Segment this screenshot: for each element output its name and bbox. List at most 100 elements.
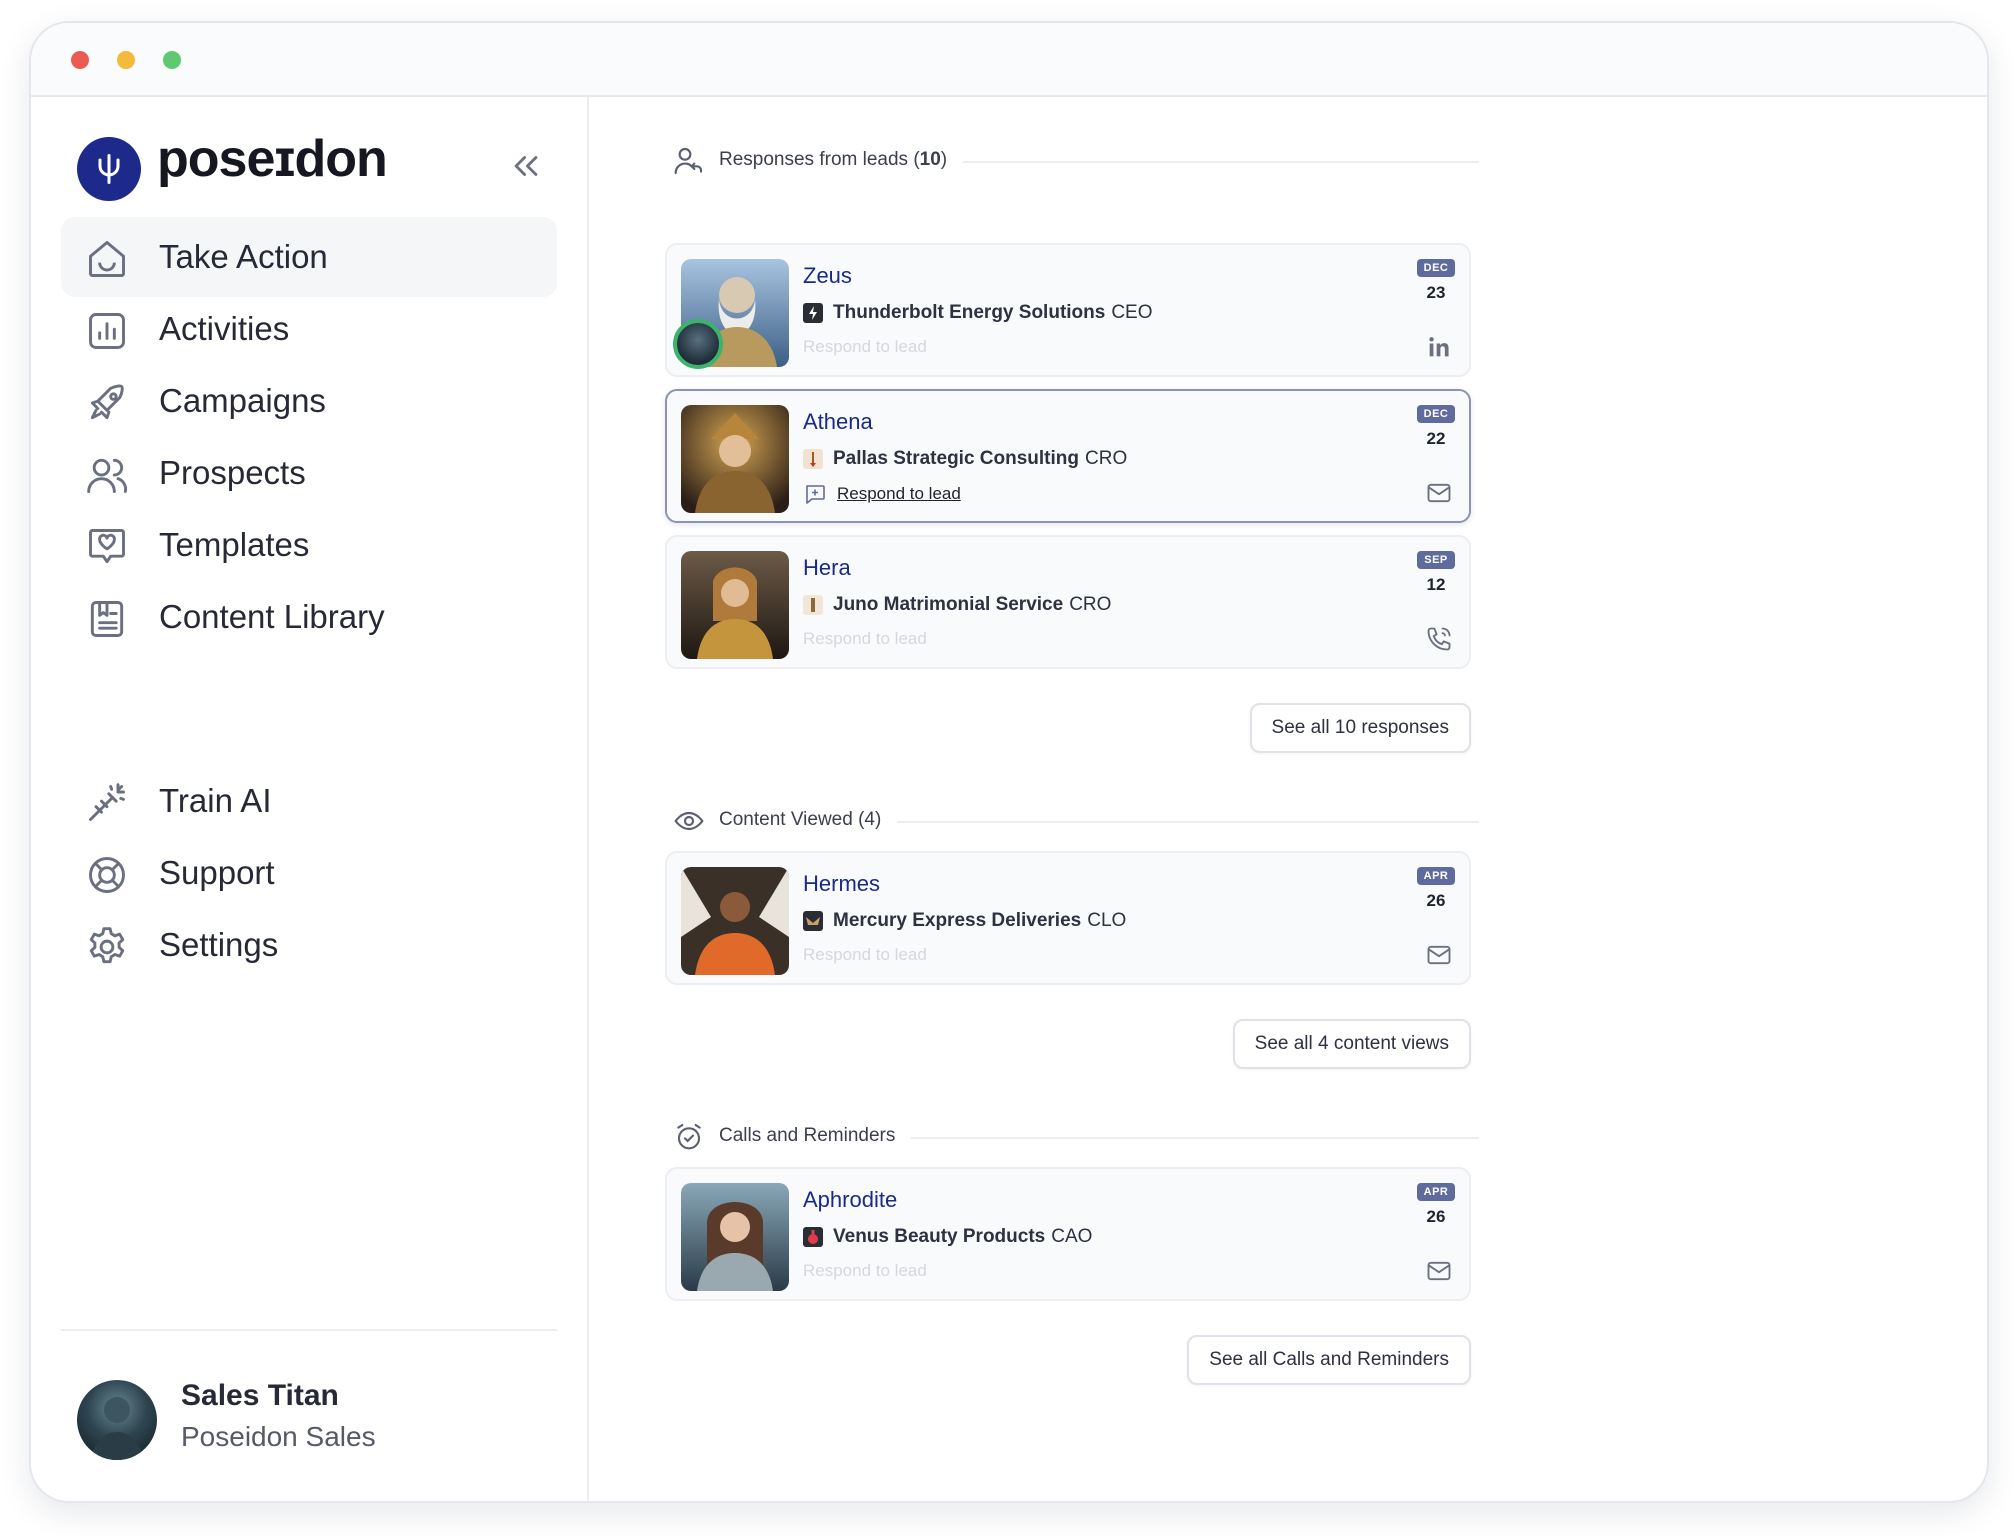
lead-card-hera[interactable]: Hera Juno Matrimonial Service CRO Respon… <box>665 535 1471 669</box>
nav-label: Content Library <box>159 598 385 635</box>
collapse-sidebar-icon[interactable] <box>509 149 543 183</box>
lead-name[interactable]: Zeus <box>803 263 852 289</box>
brand-name: poseɪdon <box>157 130 388 188</box>
maximize-window-button[interactable] <box>163 51 181 69</box>
see-all-calls-button[interactable]: See all Calls and Reminders <box>1187 1335 1471 1385</box>
respond-to-lead-link[interactable]: Respond to lead <box>803 481 961 507</box>
lifebuoy-icon <box>89 857 125 893</box>
lead-portrait <box>681 867 789 975</box>
user-name: Sales Titan <box>181 1379 339 1412</box>
user-avatar[interactable] <box>77 1380 157 1460</box>
lead-company: Venus Beauty Products CAO <box>803 1225 1092 1249</box>
lead-card-hermes[interactable]: Hermes Mercury Express Deliveries CLO Re… <box>665 851 1471 985</box>
minimize-window-button[interactable] <box>117 51 135 69</box>
section-title: Responses from leads (10) <box>719 149 964 171</box>
nav-item-support[interactable]: Support <box>61 833 557 913</box>
mail-icon[interactable] <box>1425 479 1453 507</box>
eye-icon <box>674 811 704 831</box>
company-name: Thunderbolt Energy Solutions <box>833 302 1106 323</box>
date-month: SEP <box>1417 551 1455 569</box>
lead-name[interactable]: Hermes <box>803 871 880 897</box>
library-icon <box>90 601 124 637</box>
lead-role: CRO <box>1085 448 1128 469</box>
online-status-avatar <box>673 319 723 369</box>
close-window-button[interactable] <box>71 51 89 69</box>
spear-icon <box>810 452 816 467</box>
nav-label: Prospects <box>159 454 306 491</box>
lead-company: Mercury Express Deliveries CLO <box>803 909 1126 933</box>
sidebar: poseɪdon Take Action Activities Campaign… <box>31 97 589 1501</box>
users-icon <box>87 458 128 493</box>
rocket-icon <box>90 384 124 420</box>
lead-role: CEO <box>1111 302 1153 323</box>
nav-item-content-library[interactable]: Content Library <box>61 577 557 657</box>
lead-portrait <box>681 1183 789 1291</box>
lead-name[interactable]: Hera <box>803 555 851 581</box>
section-title-prefix: Responses from leads ( <box>719 149 920 170</box>
date-month: DEC <box>1417 405 1455 423</box>
see-all-content-views-button[interactable]: See all 4 content views <box>1232 1019 1471 1069</box>
nav-item-templates[interactable]: Templates <box>61 505 557 585</box>
nav-item-train-ai[interactable]: Train AI <box>61 761 557 841</box>
home-icon <box>89 241 125 277</box>
company-logo <box>803 1227 823 1247</box>
nav-item-campaigns[interactable]: Campaigns <box>61 361 557 441</box>
company-name: Venus Beauty Products <box>833 1226 1046 1247</box>
company-name: Mercury Express Deliveries <box>833 910 1082 931</box>
nav-label: Activities <box>159 310 290 347</box>
company-logo <box>803 911 823 931</box>
phone-icon[interactable] <box>1425 625 1453 653</box>
date-day: 23 <box>1426 283 1446 302</box>
lead-avatar <box>681 1183 789 1291</box>
respond-to-lead-link[interactable]: Respond to lead <box>803 945 927 965</box>
lead-avatar <box>681 551 789 659</box>
nav-item-settings[interactable]: Settings <box>61 905 557 985</box>
brand-logo[interactable] <box>77 137 141 201</box>
linkedin-icon[interactable] <box>1425 333 1453 361</box>
respond-to-lead-link[interactable]: Respond to lead <box>803 629 927 649</box>
magic-wand-icon <box>89 783 125 821</box>
user-reply-icon <box>674 147 703 175</box>
trident-icon <box>98 154 120 184</box>
lead-portrait <box>681 405 789 513</box>
lead-name[interactable]: Aphrodite <box>803 1187 897 1213</box>
date-badge: SEP 12 <box>1417 551 1455 595</box>
main-content: Responses from leads (10) Zeus Thunderbo… <box>589 97 1985 1501</box>
section-title-suffix: ) <box>940 149 948 170</box>
perfume-icon <box>808 1230 818 1244</box>
nav-label: Train AI <box>159 782 272 819</box>
lead-name[interactable]: Athena <box>803 409 873 435</box>
company-name: Juno Matrimonial Service <box>833 594 1064 615</box>
lead-company: Pallas Strategic Consulting CRO <box>803 447 1127 471</box>
date-day: 12 <box>1426 575 1446 594</box>
title-bar <box>31 23 1987 97</box>
chart-icon <box>89 313 125 349</box>
date-day: 26 <box>1426 891 1446 910</box>
date-day: 26 <box>1426 1207 1446 1226</box>
date-month: APR <box>1417 867 1455 885</box>
lightning-icon <box>809 306 817 320</box>
nav-item-take-action[interactable]: Take Action <box>61 217 557 297</box>
lead-role: CRO <box>1069 594 1112 615</box>
responses-count: 10 <box>919 149 941 170</box>
lead-card-zeus[interactable]: Zeus Thunderbolt Energy Solutions CEO Re… <box>665 243 1471 377</box>
see-all-responses-button[interactable]: See all 10 responses <box>1249 703 1471 753</box>
mail-icon[interactable] <box>1425 1257 1453 1285</box>
section-header-content-viewed: Content Viewed (4) <box>673 803 1479 843</box>
respond-to-lead-link[interactable]: Respond to lead <box>803 1261 927 1281</box>
nav-item-activities[interactable]: Activities <box>61 289 557 369</box>
lead-company: Thunderbolt Energy Solutions CEO <box>803 301 1153 325</box>
lead-card-aphrodite[interactable]: Aphrodite Venus Beauty Products CAO Resp… <box>665 1167 1471 1301</box>
respond-to-lead-link[interactable]: Respond to lead <box>803 337 927 357</box>
nav-label: Campaigns <box>159 382 326 419</box>
section-title: Content Viewed (4) <box>719 809 898 831</box>
app-window: poseɪdon Take Action Activities Campaign… <box>29 21 1989 1503</box>
date-month: APR <box>1417 1183 1455 1201</box>
mail-icon[interactable] <box>1425 941 1453 969</box>
nav-label: Support <box>159 854 275 891</box>
lead-portrait <box>681 551 789 659</box>
lead-card-athena[interactable]: Athena Pallas Strategic Consulting CRO R… <box>665 389 1471 523</box>
nav-item-prospects[interactable]: Prospects <box>61 433 557 513</box>
nav-label: Take Action <box>159 238 328 275</box>
user-avatar-figure <box>91 1397 143 1460</box>
